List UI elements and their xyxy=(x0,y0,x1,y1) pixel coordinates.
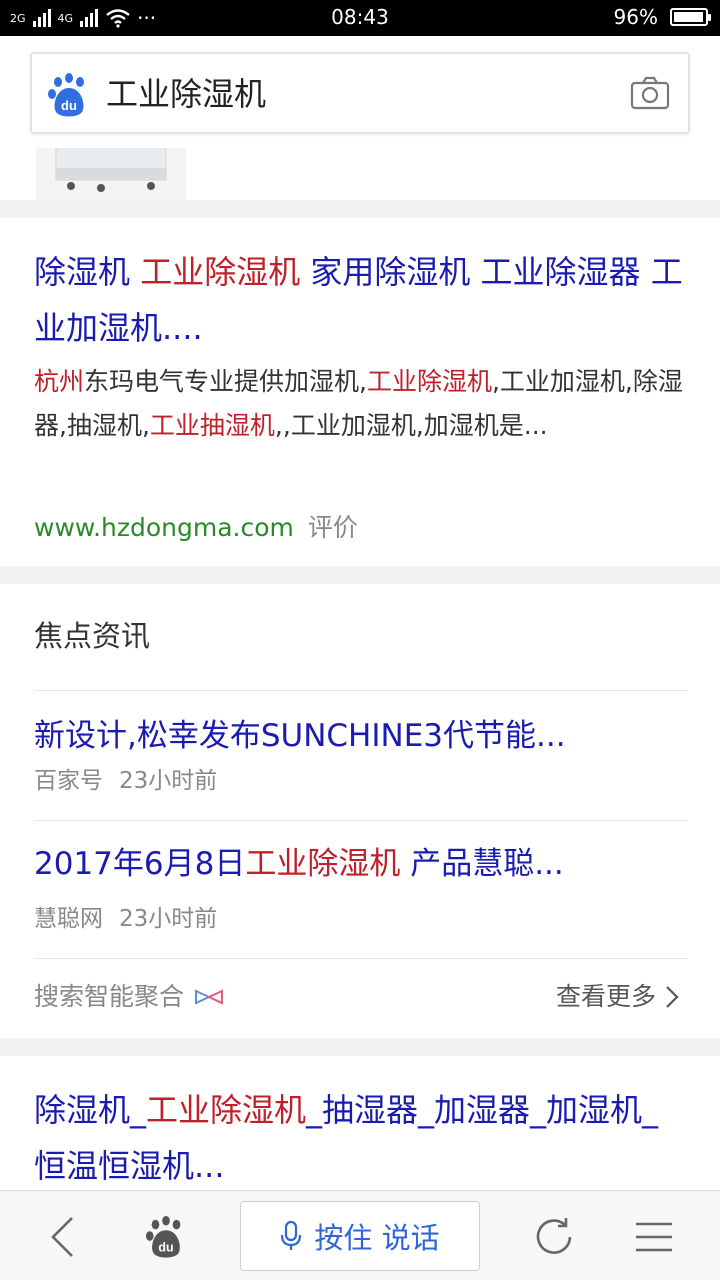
news-time: 23小时前 xyxy=(119,906,218,932)
desc-highlight: 工业除湿机 xyxy=(366,367,492,396)
desc-part: 东玛电气专业提供加湿机, xyxy=(84,367,367,396)
home-button[interactable]: du xyxy=(138,1209,194,1265)
back-chevron-icon xyxy=(51,1217,73,1257)
title-part: 除湿机_ xyxy=(34,1091,147,1129)
eval-link[interactable]: 评价 xyxy=(308,513,358,542)
status-bar: 2G 4G ··· 08:43 96% xyxy=(0,0,720,36)
result-title-link[interactable]: 除湿机_工业除湿机_抽湿器_加湿器_加湿机_恒温恒湿机... xyxy=(34,1082,686,1194)
aggregate-label: 搜索智能聚合 xyxy=(34,980,224,1014)
news-card: 焦点资讯 新设计,松幸发布SUNCHINE3代节能... 百家号 23小时前 20… xyxy=(0,584,720,1038)
svg-text:du: du xyxy=(61,98,77,113)
title-highlight: 工业除湿机 xyxy=(140,253,301,291)
search-box[interactable]: du 工业除湿机 xyxy=(30,52,690,134)
voice-input-button[interactable]: 按住 说话 xyxy=(240,1201,480,1271)
result-description: 杭州东玛电气专业提供加湿机,工业除湿机,工业加湿机,除湿器,抽湿机,工业抽湿机,… xyxy=(34,360,686,448)
partial-result-card xyxy=(0,148,720,200)
news-title-part: 新设计,松幸发布SUNCHINE3代节能... xyxy=(34,718,566,754)
divider xyxy=(34,690,688,691)
battery-fill xyxy=(674,12,703,22)
status-right: 96% xyxy=(613,5,711,29)
desc-part: ,,工业加湿机,加湿机是... xyxy=(274,411,548,440)
desc-highlight: 杭州 xyxy=(34,367,85,396)
result-url-row: www.hzdongma.com 评价 xyxy=(34,510,358,546)
news-item-link[interactable]: 新设计,松幸发布SUNCHINE3代节能... xyxy=(34,712,686,760)
baidu-paw-icon: du xyxy=(145,1215,181,1258)
news-item-link[interactable]: 2017年6月8日工业除湿机 产品慧聪... xyxy=(34,840,686,888)
desc-highlight: 工业抽湿机 xyxy=(149,411,275,440)
news-time: 23小时前 xyxy=(119,768,218,794)
camera-icon[interactable] xyxy=(630,76,670,110)
refresh-button[interactable] xyxy=(526,1209,582,1265)
see-more-button[interactable]: 查看更多 xyxy=(556,980,680,1014)
baidu-paw-icon[interactable]: du xyxy=(46,72,92,118)
battery-percent: 96% xyxy=(613,5,658,29)
title-highlight: 工业除湿机 xyxy=(146,1091,307,1129)
voice-label: 按住 说话 xyxy=(314,1221,440,1255)
news-source: 百家号 xyxy=(34,768,103,794)
microphone-icon xyxy=(281,1220,302,1250)
chevron-right-icon xyxy=(666,986,679,1008)
see-more-label: 查看更多 xyxy=(555,982,656,1011)
svg-text:du: du xyxy=(158,1240,173,1254)
refresh-icon xyxy=(536,1218,572,1254)
search-input[interactable]: 工业除湿机 xyxy=(106,72,266,116)
back-button[interactable] xyxy=(34,1209,90,1265)
bottom-nav: du 按住 说话 xyxy=(0,1190,720,1280)
product-image xyxy=(36,148,186,200)
news-meta: 百家号 23小时前 xyxy=(34,764,217,798)
battery-icon xyxy=(670,8,711,26)
result-url[interactable]: www.hzdongma.com xyxy=(34,513,294,542)
menu-button[interactable] xyxy=(626,1209,682,1265)
title-part: 除湿机 xyxy=(34,253,141,291)
news-title-part: 产品慧聪... xyxy=(400,846,564,882)
screen: 2G 4G ··· 08:43 96% du 工业除湿机 除湿机 工业除湿机 家… xyxy=(0,0,720,1280)
bow-icon xyxy=(195,989,224,1005)
news-source: 慧聪网 xyxy=(34,906,103,932)
news-header: 焦点资讯 xyxy=(34,619,151,653)
news-title-highlight: 工业除湿机 xyxy=(245,846,401,882)
divider xyxy=(34,820,688,821)
divider xyxy=(34,958,688,959)
news-title-part: 2017年6月8日 xyxy=(34,846,246,882)
news-meta: 慧聪网 23小时前 xyxy=(34,902,217,936)
clock: 08:43 xyxy=(331,5,389,29)
search-result-card[interactable]: 除湿机 工业除湿机 家用除湿机 工业除湿器 工业加湿机.... 杭州东玛电气专业… xyxy=(0,218,720,566)
result-title-link[interactable]: 除湿机 工业除湿机 家用除湿机 工业除湿器 工业加湿机.... xyxy=(34,244,686,356)
aggregate-text: 搜索智能聚合 xyxy=(34,982,185,1011)
menu-icon xyxy=(636,1222,672,1252)
search-header: du 工业除湿机 xyxy=(0,36,720,148)
